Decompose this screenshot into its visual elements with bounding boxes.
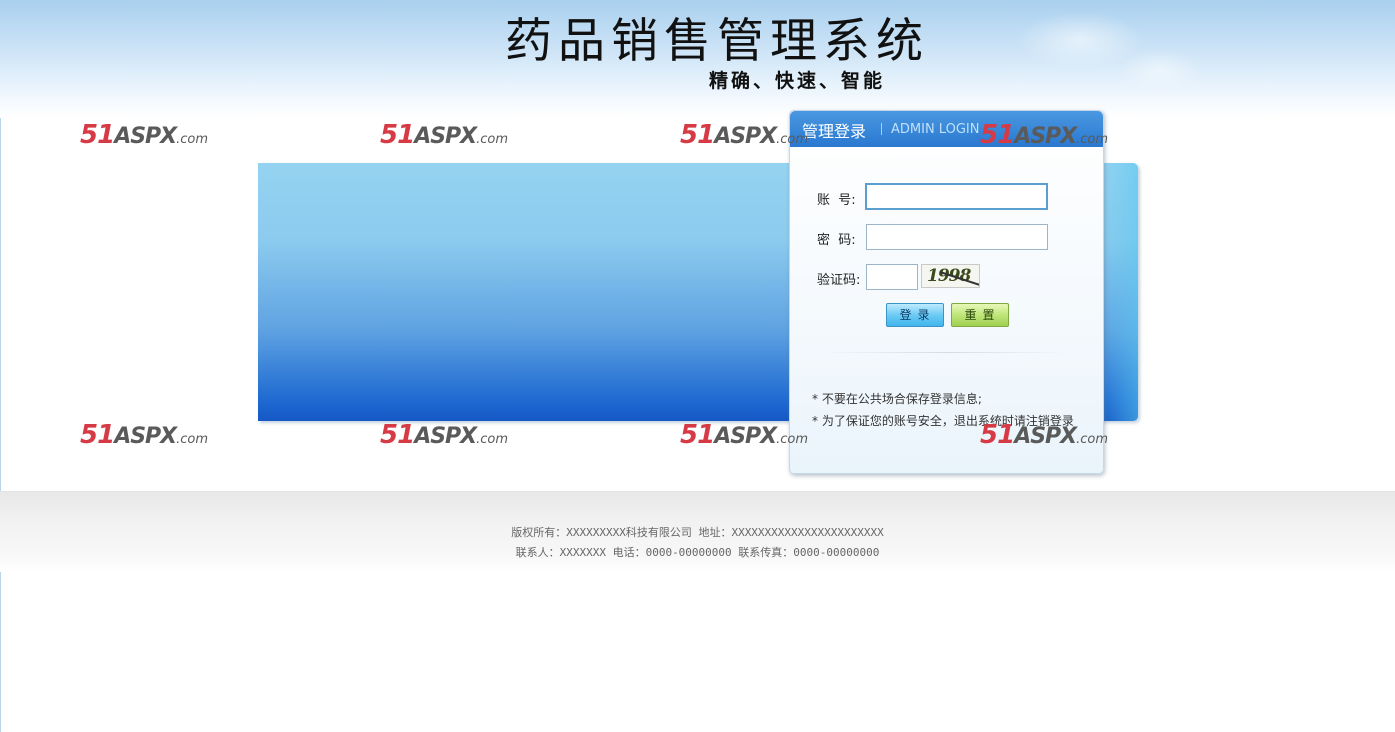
watermark-suffix: .com [476,132,509,147]
world-map-decoration [960,0,1240,110]
watermark-logo: 51ASPX.com [380,120,508,152]
account-input[interactable] [865,183,1048,210]
watermark-logo: 51ASPX.com [680,120,808,152]
password-input[interactable] [866,224,1048,250]
watermark-number: 51 [980,420,1015,450]
account-label: 账 号: [817,193,856,208]
watermark-logo: 51ASPX.com [80,120,208,152]
watermark-logo: 51ASPX.com [680,420,808,452]
watermark-suffix: .com [1076,132,1109,147]
reset-button[interactable]: 重置 [951,303,1009,327]
watermark-brand: ASPX [114,124,177,149]
watermark-suffix: .com [1076,432,1109,447]
watermark-brand: ASPX [1014,124,1077,149]
login-divider [820,352,1070,353]
watermark-suffix: .com [776,132,809,147]
watermark-suffix: .com [176,132,209,147]
login-subtitle: ADMIN LOGIN [891,122,980,137]
system-title: 药品销售管理系统 [505,14,929,69]
watermark-logo: 51ASPX.com [80,420,208,452]
watermark-brand: ASPX [714,124,777,149]
captcha-label: 验证码: [817,273,861,288]
watermark-brand: ASPX [114,424,177,449]
watermark-suffix: .com [176,432,209,447]
watermark-number: 51 [380,420,415,450]
footer-contact: 联系人：XXXXXXX 电话：0000-00000000 联系传真：0000-0… [515,546,880,559]
watermark-logo: 51ASPX.com [980,420,1108,452]
watermark-number: 51 [980,120,1015,150]
watermark-logo: 51ASPX.com [380,420,508,452]
watermark-suffix: .com [776,432,809,447]
watermark-brand: ASPX [414,124,477,149]
watermark-number: 51 [680,120,715,150]
captcha-image[interactable]: 1998 [921,264,980,288]
watermark-number: 51 [80,420,115,450]
login-button[interactable]: 登录 [886,303,944,327]
watermark-brand: ASPX [714,424,777,449]
captcha-input[interactable] [866,264,918,290]
watermark-brand: ASPX [414,424,477,449]
password-label: 密 码: [817,233,856,248]
watermark-brand: ASPX [1014,424,1077,449]
system-slogan: 精确、快速、智能 [709,70,886,92]
banner-highlight [1098,163,1138,421]
login-title: 管理登录 [802,122,867,141]
login-note-1: * 不要在公共场合保存登录信息; [812,392,982,406]
footer-copyright: 版权所有：XXXXXXXXX科技有限公司 地址：XXXXXXXXXXXXXXXX… [511,526,884,539]
watermark-number: 51 [80,120,115,150]
watermark-number: 51 [380,120,415,150]
login-title-separator [881,123,882,135]
watermark-logo: 51ASPX.com [980,120,1108,152]
watermark-number: 51 [680,420,715,450]
watermark-suffix: .com [476,432,509,447]
